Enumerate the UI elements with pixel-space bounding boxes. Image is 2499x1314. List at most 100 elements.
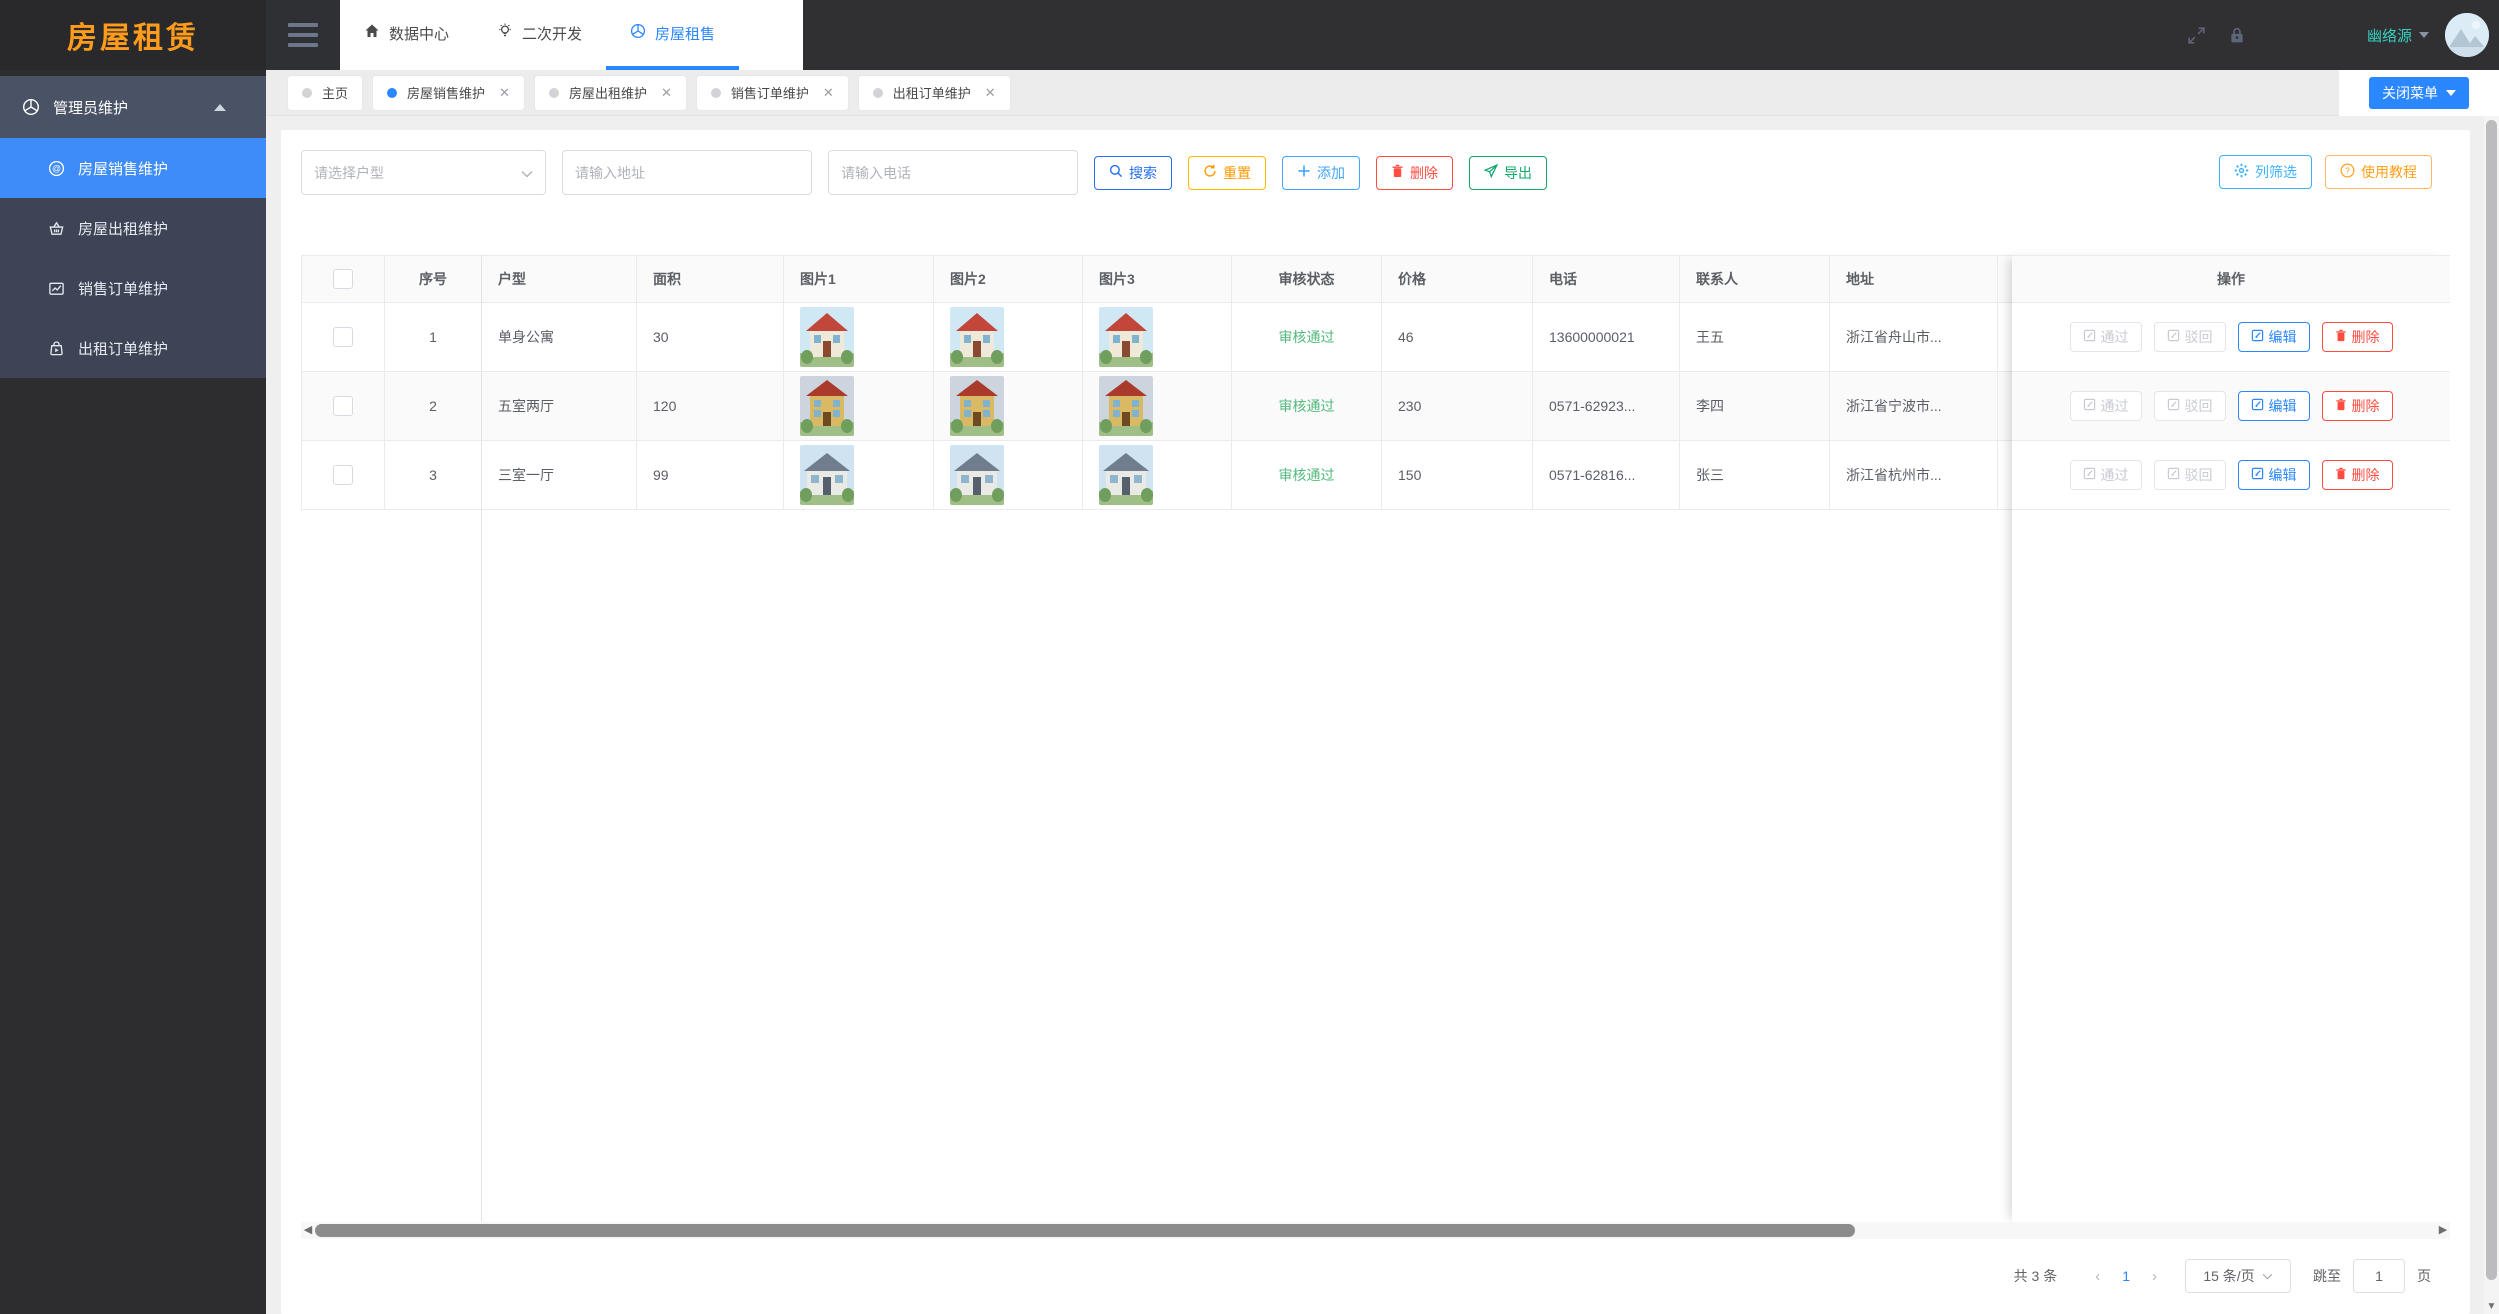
horizontal-scrollbar-thumb[interactable] <box>315 1224 1855 1237</box>
sidebar-group-admin-maintenance[interactable]: 管理员维护 <box>0 76 266 138</box>
cell-price: 150 <box>1382 441 1533 509</box>
user-menu[interactable]: 幽络源 <box>2367 25 2429 46</box>
delete-button[interactable]: 删除 <box>1376 156 1453 190</box>
tab-label: 出租订单维护 <box>893 83 971 102</box>
reject-button[interactable]: 驳回 <box>2154 391 2226 421</box>
refresh-icon <box>1203 164 1217 181</box>
add-label: 添加 <box>1317 163 1345 183</box>
cell-address: 浙江省杭州市... <box>1830 441 1998 509</box>
house-photo[interactable] <box>1099 307 1153 367</box>
house-photo[interactable] <box>1099 376 1153 436</box>
vertical-scrollbar-thumb[interactable] <box>2486 120 2497 1280</box>
row-checkbox[interactable] <box>333 465 353 485</box>
tab-rent-order-maintenance[interactable]: 出租订单维护 ✕ <box>859 76 1010 110</box>
house-photo[interactable] <box>800 445 854 505</box>
close-icon[interactable]: ✕ <box>499 85 510 101</box>
phone-input[interactable] <box>828 150 1078 195</box>
reject-label: 驳回 <box>2185 327 2213 347</box>
tab-house-sale-maintenance[interactable]: 房屋销售维护 ✕ <box>373 76 524 110</box>
house-photo[interactable] <box>950 307 1004 367</box>
cell-seq: 3 <box>385 441 482 509</box>
scroll-right-arrow[interactable]: ▶ <box>2436 1222 2450 1239</box>
edit-square-icon <box>2167 467 2180 483</box>
close-menu-label: 关闭菜单 <box>2382 83 2438 103</box>
close-menu-container: 关闭菜单 <box>2339 70 2499 116</box>
tab-dot-icon <box>873 88 883 98</box>
approve-button[interactable]: 通过 <box>2070 322 2142 352</box>
scroll-down-arrow[interactable]: ▼ <box>2484 1301 2499 1312</box>
horizontal-scrollbar-track[interactable] <box>315 1222 2436 1239</box>
row-checkbox[interactable] <box>333 396 353 416</box>
col-header-area: 面积 <box>637 256 784 302</box>
bag-play-icon <box>48 340 65 357</box>
select-all-checkbox[interactable] <box>333 269 353 289</box>
top-nav-item-secondary-dev[interactable]: 二次开发 <box>473 0 606 70</box>
sidebar-item-house-rent-maintenance[interactable]: 房屋出租维护 <box>0 198 266 258</box>
col-header-contact: 联系人 <box>1680 256 1830 302</box>
address-input[interactable] <box>562 150 812 195</box>
edit-button[interactable]: 编辑 <box>2238 391 2310 421</box>
reset-label: 重置 <box>1223 163 1251 183</box>
column-filter-button[interactable]: 列筛选 <box>2219 155 2312 189</box>
col-header-address: 地址 <box>1830 256 1998 302</box>
page-size-select[interactable]: 15 条/页 <box>2185 1259 2291 1293</box>
search-button[interactable]: 搜索 <box>1094 156 1172 190</box>
sidebar-item-house-sale-maintenance[interactable]: @ 房屋销售维护 <box>0 138 266 198</box>
house-photo[interactable] <box>800 376 854 436</box>
tab-dot-icon <box>711 88 721 98</box>
prev-page-icon[interactable]: ‹ <box>2083 1268 2112 1285</box>
cell-seq: 1 <box>385 303 482 371</box>
next-page-icon[interactable]: › <box>2140 1268 2169 1285</box>
approve-button[interactable]: 通过 <box>2070 460 2142 490</box>
page-suffix: 页 <box>2417 1266 2431 1286</box>
fullscreen-icon[interactable] <box>2177 0 2217 70</box>
reset-button[interactable]: 重置 <box>1188 156 1266 190</box>
tab-home[interactable]: 主页 <box>288 76 362 110</box>
avatar[interactable] <box>2445 13 2489 57</box>
tab-sale-order-maintenance[interactable]: 销售订单维护 ✕ <box>697 76 848 110</box>
top-nav-item-data-center[interactable]: 数据中心 <box>340 0 473 70</box>
house-photo[interactable] <box>1099 445 1153 505</box>
approve-label: 通过 <box>2101 327 2129 347</box>
top-nav-label: 数据中心 <box>389 23 449 44</box>
approve-button[interactable]: 通过 <box>2070 391 2142 421</box>
lock-icon[interactable] <box>2217 0 2257 70</box>
house-photo[interactable] <box>950 376 1004 436</box>
house-photo[interactable] <box>800 307 854 367</box>
bulb-icon <box>497 23 513 43</box>
sidebar: 管理员维护 @ 房屋销售维护 房屋出租维护 销售订单维护 <box>0 70 266 1314</box>
tutorial-button[interactable]: ? 使用教程 <box>2325 155 2432 189</box>
content-card: 请选择户型 搜索 重置 添加 删除 <box>281 130 2470 1314</box>
sidebar-item-label: 房屋出租维护 <box>78 218 168 239</box>
close-menu-button[interactable]: 关闭菜单 <box>2369 77 2469 109</box>
add-button[interactable]: 添加 <box>1282 156 1360 190</box>
edit-button[interactable]: 编辑 <box>2238 460 2310 490</box>
cell-phone: 0571-62816... <box>1533 441 1680 509</box>
close-icon[interactable]: ✕ <box>985 85 996 101</box>
jump-page-input[interactable] <box>2353 1259 2405 1293</box>
row-checkbox[interactable] <box>333 327 353 347</box>
page-number[interactable]: 1 <box>2112 1268 2140 1284</box>
close-icon[interactable]: ✕ <box>661 85 672 101</box>
delete-row-button[interactable]: 删除 <box>2322 322 2393 352</box>
delete-label: 删除 <box>1410 163 1438 183</box>
close-icon[interactable]: ✕ <box>823 85 834 101</box>
edit-square-icon <box>2167 398 2180 414</box>
reject-button[interactable]: 驳回 <box>2154 322 2226 352</box>
tab-house-rent-maintenance[interactable]: 房屋出租维护 ✕ <box>535 76 686 110</box>
edit-button[interactable]: 编辑 <box>2238 322 2310 352</box>
delete-row-button[interactable]: 删除 <box>2322 460 2393 490</box>
sidebar-item-sale-order-maintenance[interactable]: 销售订单维护 <box>0 258 266 318</box>
scroll-left-arrow[interactable]: ◀ <box>301 1222 315 1239</box>
reject-button[interactable]: 驳回 <box>2154 460 2226 490</box>
export-button[interactable]: 导出 <box>1469 156 1547 190</box>
sidebar-toggle-button[interactable] <box>266 0 340 70</box>
vertical-scrollbar[interactable]: ▼ <box>2484 116 2499 1314</box>
tab-dot-icon <box>549 88 559 98</box>
delete-row-button[interactable]: 删除 <box>2322 391 2393 421</box>
house-type-select[interactable]: 请选择户型 <box>301 150 546 195</box>
jump-label: 跳至 <box>2313 1266 2341 1286</box>
sidebar-item-rent-order-maintenance[interactable]: 出租订单维护 <box>0 318 266 378</box>
house-photo[interactable] <box>950 445 1004 505</box>
top-nav-item-house-rental[interactable]: 房屋租售 <box>606 0 739 70</box>
